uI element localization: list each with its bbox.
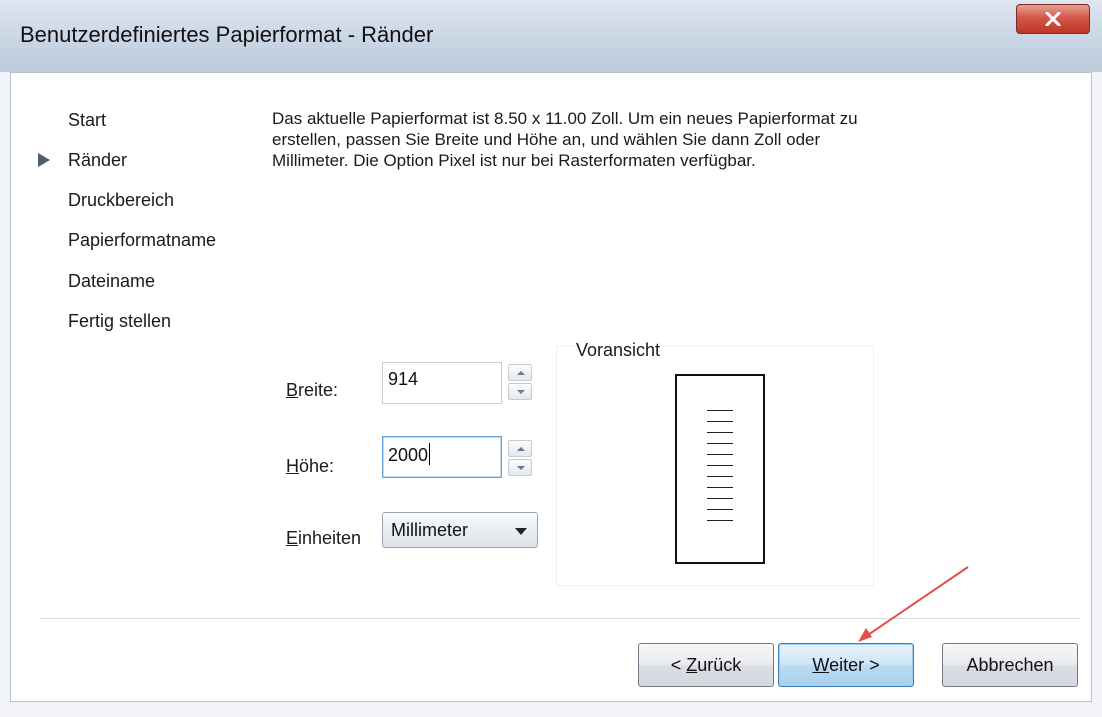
description-text: Das aktuelle Papierformat ist 8.50 x 11.… [272,109,858,170]
height-label-mnemonic: H [286,456,299,476]
step-finish: Fertig stellen [68,311,172,331]
close-icon [1045,12,1061,26]
title-bar: Benutzerdefiniertes Papierformat - Rände… [0,0,1102,72]
step-margins: Ränder [68,150,128,170]
step-paper-size-name: Papierformatname [68,230,217,250]
height-spin-up-button[interactable] [508,440,532,457]
next-button-rest: eiter > [829,655,880,675]
width-input[interactable]: 914 [382,362,502,404]
paper-preview [675,374,765,564]
height-input[interactable]: 2000 [382,436,502,478]
step-file-name: Dateiname [68,271,156,291]
units-label-mnemonic: E [286,528,299,548]
units-label-rest: inheiten [298,528,362,548]
current-step-arrow-icon [38,153,50,167]
back-button-prefix: < [670,655,687,675]
text-caret [429,443,431,465]
preview-text-line [707,454,733,455]
units-label: Einheiten [286,528,361,549]
spin-down-icon [517,466,525,470]
cancel-button[interactable]: Abbrechen [942,643,1078,687]
width-spin-up-button[interactable] [508,364,532,381]
back-button-mnemonic: Z [686,655,698,675]
width-spinner[interactable] [508,364,534,404]
width-label-mnemonic: B [286,380,299,400]
preview-text-line [707,421,733,422]
spin-up-icon [517,371,525,375]
width-label-rest: reite: [298,380,339,400]
window-title: Benutzerdefiniertes Papierformat - Rände… [20,22,434,47]
preview-text-line [707,520,733,521]
dropdown-arrow-icon [515,528,527,535]
units-dropdown[interactable]: Millimeter [382,512,538,548]
height-label-rest: öhe: [299,456,335,476]
units-selected-value: Millimeter [391,520,469,540]
preview-text-line [707,443,733,444]
width-label: Breite: [286,380,338,401]
preview-title: Voransicht [574,340,663,361]
close-button[interactable] [1016,4,1090,34]
preview-text-line [707,465,733,466]
height-spin-down-button[interactable] [508,459,532,476]
preview-text-line [707,432,733,433]
next-button[interactable]: Weiter > [778,643,914,687]
spin-down-icon [517,390,525,394]
next-button-mnemonic: W [812,655,830,675]
height-spinner[interactable] [508,440,534,480]
width-value: 914 [388,369,419,389]
step-print-area: Druckbereich [68,190,175,210]
height-value: 2000 [388,445,429,465]
back-button[interactable]: < Zurück [638,643,774,687]
height-label: Höhe: [286,456,334,477]
preview-text-line [707,487,733,488]
separator [40,618,1080,620]
preview-text-line [707,509,733,510]
preview-text-line [707,498,733,499]
step-start: Start [68,110,107,130]
preview-text-line [707,476,733,477]
back-button-rest: urück [697,655,742,675]
preview-text-line [707,410,733,411]
width-spin-down-button[interactable] [508,383,532,400]
spin-up-icon [517,447,525,451]
